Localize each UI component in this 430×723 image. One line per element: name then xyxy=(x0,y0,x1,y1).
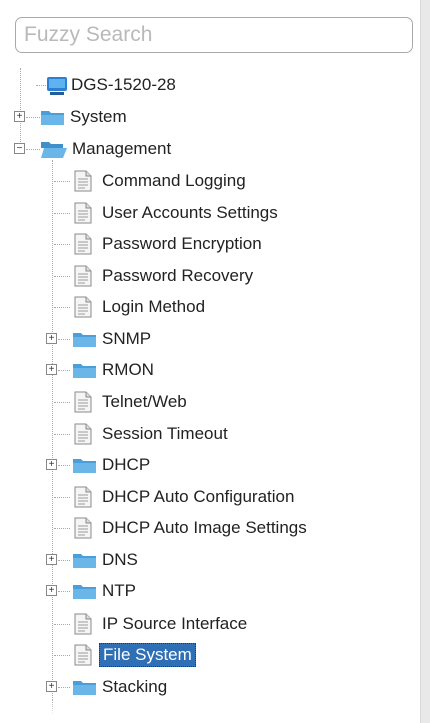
tree-item-label: Telnet/Web xyxy=(102,392,187,411)
expand-toggle-icon[interactable]: + xyxy=(46,459,57,470)
page-icon xyxy=(74,391,92,418)
tree-item-password-recovery[interactable]: Password Recovery xyxy=(72,264,256,288)
expand-toggle-icon[interactable]: + xyxy=(46,364,57,375)
tree-item-dhcp-auto-config[interactable]: DHCP Auto Configuration xyxy=(72,485,297,509)
expand-toggle-icon[interactable]: + xyxy=(14,111,25,122)
tree-item-snmp[interactable]: SNMP xyxy=(72,327,154,351)
tree-item-label: Command Logging xyxy=(102,171,246,190)
tree-line xyxy=(58,465,70,466)
tree-item-label: File System xyxy=(99,643,196,667)
collapse-toggle-icon[interactable]: − xyxy=(14,143,25,154)
tree-line xyxy=(54,307,70,308)
tree-line xyxy=(54,213,70,214)
tree-item-login-method[interactable]: Login Method xyxy=(72,295,208,319)
tree-item-dns[interactable]: DNS xyxy=(72,548,141,572)
scrollbar-track[interactable] xyxy=(421,0,430,723)
tree-item-label: Management xyxy=(72,139,172,158)
tree-item-label: DHCP xyxy=(102,455,151,474)
tree-item-dhcp-auto-image[interactable]: DHCP Auto Image Settings xyxy=(72,516,310,540)
tree-item-session-timeout[interactable]: Session Timeout xyxy=(72,422,231,446)
tree-item-rmon[interactable]: RMON xyxy=(72,358,157,382)
switch-device-icon xyxy=(47,77,67,95)
tree-item-label: Password Encryption xyxy=(102,234,262,253)
tree-item-file-system[interactable]: File System xyxy=(72,643,196,667)
tree-line xyxy=(54,624,70,625)
tree-item-label: DHCP Auto Configuration xyxy=(102,487,295,506)
tree-line xyxy=(58,591,70,592)
page-icon xyxy=(74,296,92,323)
expand-toggle-icon[interactable]: + xyxy=(46,333,57,344)
page-icon xyxy=(74,265,92,292)
tree-line xyxy=(54,244,70,245)
tree-item-label: SNMP xyxy=(102,329,152,348)
folder-icon xyxy=(72,360,98,385)
tree-line xyxy=(58,370,70,371)
tree-item-label: Session Timeout xyxy=(102,424,228,443)
tree-item-telnet-web[interactable]: Telnet/Web xyxy=(72,390,190,414)
tree-line xyxy=(54,497,70,498)
tree-item-label: DHCP Auto Image Settings xyxy=(102,518,307,537)
tree-item-label: Stacking xyxy=(102,677,168,696)
tree-item-system[interactable]: System xyxy=(40,105,130,129)
page-icon xyxy=(74,170,92,197)
page-icon xyxy=(74,644,92,671)
tree-line xyxy=(58,687,70,688)
tree-item-label: DNS xyxy=(102,550,138,569)
tree-item-label: Login Method xyxy=(102,297,206,316)
tree-line xyxy=(54,528,70,529)
tree-item-user-accounts[interactable]: User Accounts Settings xyxy=(72,201,281,225)
folder-icon xyxy=(72,550,98,575)
folder-icon xyxy=(41,111,64,125)
expand-toggle-icon[interactable]: + xyxy=(46,585,57,596)
tree-item-stacking[interactable]: Stacking xyxy=(72,675,170,699)
folder-icon xyxy=(72,455,98,480)
tree-item-label: RMON xyxy=(102,360,154,379)
expand-toggle-icon[interactable]: + xyxy=(46,554,57,565)
tree-item-label: System xyxy=(70,107,127,126)
tree-line xyxy=(54,181,70,182)
tree-line xyxy=(54,402,70,403)
tree-item-label: Password Recovery xyxy=(102,266,254,285)
tree-root-label: DGS-1520-28 xyxy=(71,75,176,94)
tree-line xyxy=(54,434,70,435)
menu-tree: DGS-1520-28 + System − Management Comman… xyxy=(0,0,420,723)
tree-line xyxy=(54,276,70,277)
tree-line xyxy=(20,68,21,152)
page-icon xyxy=(74,613,92,640)
tree-line xyxy=(54,655,70,656)
tree-item-label: NTP xyxy=(102,581,136,600)
tree-item-command-logging[interactable]: Command Logging xyxy=(72,169,249,193)
tree-item-management[interactable]: Management xyxy=(40,137,174,161)
page-icon xyxy=(74,517,92,544)
folder-icon xyxy=(72,581,98,606)
page-icon xyxy=(74,202,92,229)
tree-line xyxy=(26,117,40,118)
tree-item-label: User Accounts Settings xyxy=(102,203,278,222)
tree-line xyxy=(58,560,70,561)
tree-item-label: IP Source Interface xyxy=(102,614,248,633)
page-icon xyxy=(74,233,92,260)
tree-item-password-encryption[interactable]: Password Encryption xyxy=(72,232,265,256)
tree-line xyxy=(58,339,70,340)
page-icon xyxy=(74,423,92,450)
folder-icon xyxy=(72,677,98,702)
tree-line xyxy=(26,149,40,150)
list-fade xyxy=(0,700,420,723)
page-icon xyxy=(74,486,92,513)
tree-line xyxy=(52,160,53,700)
tree-item-ip-source-interface[interactable]: IP Source Interface xyxy=(72,612,250,636)
tree-item-dhcp[interactable]: DHCP xyxy=(72,453,153,477)
folder-icon xyxy=(72,329,98,354)
tree-root[interactable]: DGS-1520-28 xyxy=(46,73,179,97)
expand-toggle-icon[interactable]: + xyxy=(46,681,57,692)
tree-item-ntp[interactable]: NTP xyxy=(72,579,139,603)
folder-open-icon xyxy=(41,142,67,158)
